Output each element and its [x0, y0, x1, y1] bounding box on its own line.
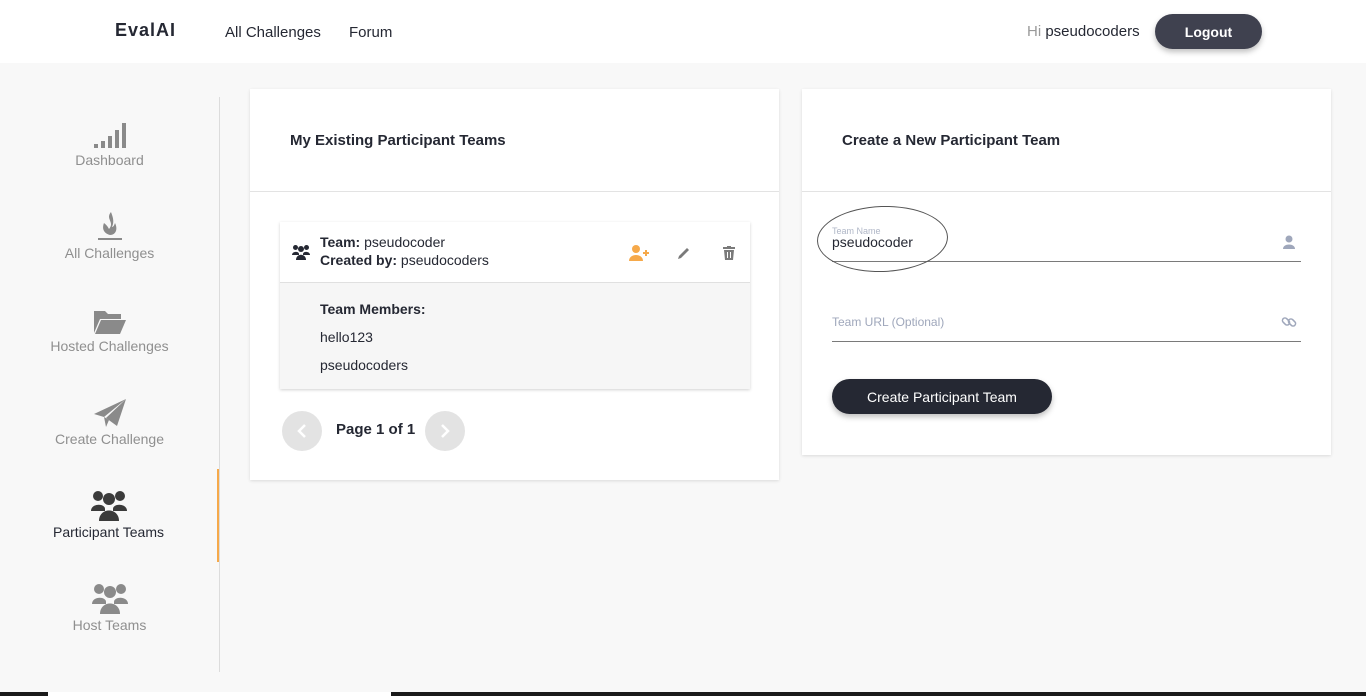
nav-forum[interactable]: Forum — [349, 24, 392, 41]
signal-bars-icon — [92, 115, 128, 149]
sidebar-item-label: All Challenges — [64, 245, 155, 261]
link-icon — [1281, 317, 1297, 327]
sidebar-item-host-teams[interactable]: Host Teams — [0, 562, 219, 655]
sidebar-item-hosted-challenges[interactable]: Hosted Challenges — [0, 283, 219, 376]
team-name: pseudocoder — [364, 234, 446, 250]
add-member-icon[interactable] — [628, 242, 650, 264]
bottom-edge — [0, 692, 1366, 696]
card-header: Create a New Participant Team — [802, 89, 1331, 192]
top-navbar: EvalAI All Challenges Forum Hi pseudocod… — [0, 0, 1366, 63]
team-card-body: Team Members: hello123 pseudocoders — [280, 283, 750, 389]
paper-plane-icon — [92, 394, 128, 428]
existing-teams-card: My Existing Participant Teams Team: pseu… — [250, 89, 779, 480]
previous-page-button[interactable] — [282, 411, 322, 451]
edit-pencil-icon[interactable] — [673, 242, 695, 264]
hand-drawn-circle-annotation — [815, 203, 950, 275]
team-members-label: Team Members: — [320, 301, 426, 317]
folder-open-icon — [92, 301, 128, 335]
sidebar: Dashboard All Challenges Hosted Challeng… — [0, 97, 220, 672]
page-indicator: Page 1 of 1 — [336, 421, 416, 438]
delete-trash-icon[interactable] — [718, 242, 740, 264]
evalai-logo[interactable]: EvalAI — [115, 20, 176, 41]
greeting-text: Hi — [1027, 23, 1042, 40]
sidebar-item-create-challenge[interactable]: Create Challenge — [0, 376, 219, 469]
team-member: pseudocoders — [320, 357, 408, 373]
nav-all-challenges[interactable]: All Challenges — [225, 24, 321, 41]
create-participant-team-button[interactable]: Create Participant Team — [832, 379, 1052, 414]
sidebar-item-label: Dashboard — [75, 152, 144, 168]
next-page-button[interactable] — [425, 411, 465, 451]
existing-teams-title: My Existing Participant Teams — [290, 132, 506, 149]
sidebar-item-all-challenges[interactable]: All Challenges — [0, 190, 219, 283]
sidebar-item-label: Host Teams — [72, 617, 147, 633]
user-icon — [1283, 235, 1295, 249]
team-card: Team: pseudocoder Created by: pseudocode… — [280, 222, 750, 389]
team-card-header: Team: pseudocoder Created by: pseudocode… — [280, 222, 750, 283]
user-greeting: Hi pseudocoders — [1027, 23, 1140, 40]
team-member: hello123 — [320, 329, 373, 345]
team-label: Team: — [320, 234, 361, 250]
team-name-line: Team: pseudocoder — [320, 234, 445, 250]
sidebar-item-dashboard[interactable]: Dashboard — [0, 97, 219, 190]
chevron-left-icon — [297, 424, 306, 438]
created-by-line: Created by: pseudocoders — [320, 252, 489, 268]
card-header: My Existing Participant Teams — [250, 89, 779, 192]
sidebar-item-label: Participant Teams — [52, 524, 164, 540]
create-team-card: Create a New Participant Team Team Name … — [802, 89, 1331, 455]
flame-icon — [92, 208, 128, 242]
users-icon — [292, 244, 310, 265]
logout-button[interactable]: Logout — [1155, 14, 1262, 49]
username: pseudocoders — [1045, 23, 1140, 40]
chevron-right-icon — [441, 424, 450, 438]
users-icon — [91, 580, 128, 614]
created-by-value: pseudocoders — [400, 252, 489, 268]
created-by-label: Created by: — [320, 252, 398, 268]
team-url-input[interactable] — [832, 302, 1272, 340]
create-team-title: Create a New Participant Team — [842, 132, 1061, 149]
sidebar-item-label: Create Challenge — [55, 431, 164, 447]
users-icon — [90, 487, 127, 521]
team-url-field[interactable] — [832, 302, 1301, 342]
sidebar-item-label: Hosted Challenges — [50, 338, 169, 354]
sidebar-item-participant-teams[interactable]: Participant Teams — [0, 469, 219, 562]
